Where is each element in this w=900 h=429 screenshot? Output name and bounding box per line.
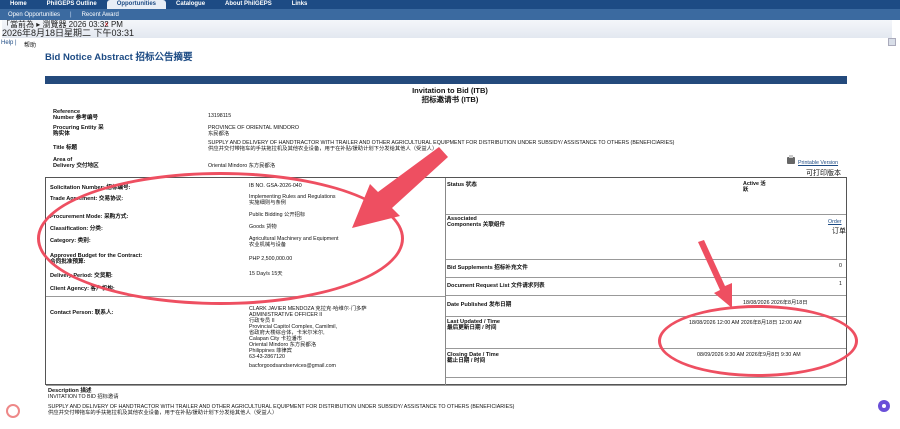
annotation-arrow-right [698, 240, 732, 308]
itb-title-en: Invitation to Bid (ITB) [412, 86, 488, 95]
subnav-recent-award[interactable]: Recent Award [82, 12, 119, 18]
contact-person-block: CLARK JAVIER MENDOZA 克拉克·哈维尔·门多萨 ADMINIS… [249, 306, 367, 369]
row-divider [46, 385, 846, 386]
row-divider [446, 259, 846, 260]
nav-tab-catalogue[interactable]: Catalogue [166, 0, 215, 9]
status-label: Status 状态 [447, 182, 477, 188]
bid-supplements-value: 0 [839, 263, 842, 269]
closing-date-label: Closing Date / Time 截止日期 / 时间 [447, 352, 499, 364]
document-request-value: 1 [839, 281, 842, 287]
reference-value: 13198115 [208, 113, 232, 119]
help-separator: | [15, 40, 17, 46]
associated-components-label: Associated Components 关联组件 [447, 216, 505, 228]
subnav-separator: | [70, 11, 72, 18]
date-published-label: Date Published 发布日期 [447, 302, 512, 308]
nav-tab-links[interactable]: Links [282, 0, 318, 9]
bid-supplements-label: Bid Supplements 招标补充文件 [447, 265, 528, 271]
top-navigation: Home PhilGEPS Outline Opportunities Cata… [0, 0, 900, 9]
row-divider [446, 295, 846, 296]
row-divider [446, 377, 846, 378]
nav-tab-about[interactable]: About PhilGEPS [215, 0, 282, 9]
closing-date-label-line2: 截止日期 / 时间 [447, 358, 486, 364]
procuring-entity-value: PROVINCE OF ORIENTAL MINDORO 东民都洛 [208, 125, 299, 137]
itb-heading: Invitation to Bid (ITB) 招标邀请书 (ITB) [360, 86, 540, 104]
nav-tab-outline[interactable]: PhilGEPS Outline [37, 0, 107, 9]
contact-person-label: Contact Person: 联系人: [50, 310, 114, 316]
page-title: Bid Notice Abstract 招标公告摘要 [45, 52, 193, 63]
datetime-line-2: 2026年8月18日星期二 下午03:31 [2, 28, 135, 38]
nav-tab-opportunities[interactable]: Opportunities [106, 0, 167, 9]
help-bar: Help | 帮助 [0, 39, 900, 49]
printer-icon[interactable] [787, 155, 795, 164]
datetime-overlay: 「當前為 ▸ 瀏覽器 2026 03:32 PM x 2026年8月18日星期二… [2, 20, 892, 38]
annotation-ellipse-right [658, 305, 858, 377]
itb-title-cn: 招标邀请书 (ITB) [421, 95, 479, 104]
last-updated-label: Last Updated / Time 最后更新日期 / 时间 [447, 319, 500, 331]
assistant-badge-icon[interactable] [878, 400, 890, 412]
section-bar [45, 76, 847, 84]
contact-email[interactable]: bacforgoodsandservices@gmail.com [249, 363, 367, 369]
status-value-line2: 跃 [743, 187, 749, 193]
nav-tab-home[interactable]: Home [0, 0, 37, 9]
area-of-delivery-label: Area of Delivery 交付地区 [53, 157, 99, 169]
subnav-open-opportunities[interactable]: Open Opportunities [8, 12, 60, 18]
printable-version-link[interactable]: Printable Version [798, 160, 838, 166]
sub-navigation: Open Opportunities | Recent Award [0, 9, 900, 20]
reference-label: Reference Number 参考编号 [53, 109, 98, 121]
document-request-label: Document Request List 文件请求列表 [447, 283, 545, 289]
row-divider [446, 214, 846, 215]
watermark-logo-icon [6, 404, 20, 418]
description-line-3: 供应并交付带拖车的手扶拖拉机及其他农业设备，用于在补贴/援助计划下分发给其他人（… [48, 410, 278, 416]
annotation-arrow-left [352, 147, 448, 228]
order-link[interactable]: Order [828, 219, 842, 225]
last-updated-label-line2: 最后更新日期 / 时间 [447, 325, 497, 331]
help-cn-link[interactable]: 帮助 [24, 40, 36, 49]
title-label: Title 标题 [53, 145, 78, 151]
help-link[interactable]: Help | [1, 40, 17, 46]
help-label: Help [1, 40, 14, 46]
area-of-delivery-value: Oriental Mindoro 东方民都洛 [208, 163, 276, 169]
status-value: Active 活 跃 [743, 181, 766, 193]
procuring-entity-label: Procuring Entity 采 购实体 [53, 125, 104, 137]
description-block: Description 描述 INVITATION TO BID 招标邀请 SU… [48, 388, 514, 416]
row-divider [446, 277, 846, 278]
order-cn: 订单 [832, 228, 846, 235]
associated-label-line2: Components 关联组件 [447, 222, 506, 228]
procuring-value-line2: 东民都洛 [208, 131, 230, 137]
procuring-label-line2: 购实体 [53, 131, 70, 137]
area-label-line2: Delivery 交付地区 [53, 163, 99, 169]
description-line-1: INVITATION TO BID 招标邀请 [48, 394, 119, 400]
reference-label-line2: Number 参考编号 [53, 115, 99, 121]
